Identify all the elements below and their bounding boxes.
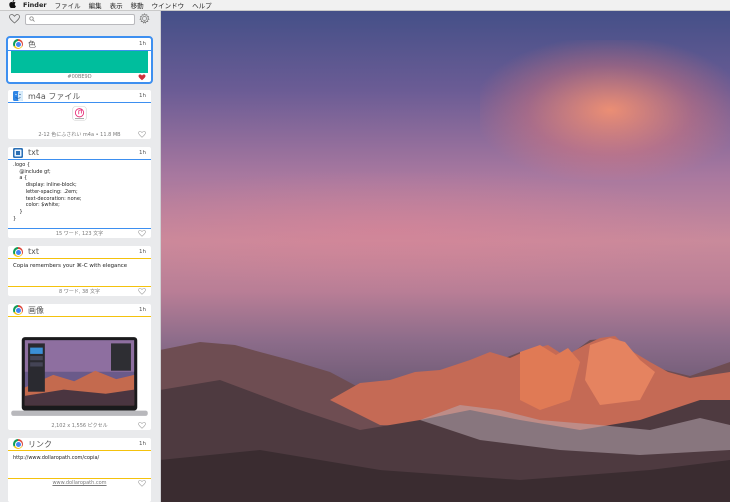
chrome-icon: [13, 305, 23, 315]
menu-edit[interactable]: 編集: [89, 0, 102, 10]
menu-bar: Finder ファイル 編集 表示 移動 ウインドウ ヘルプ: [0, 0, 730, 11]
card-footer: #00BE9D: [67, 74, 92, 80]
clip-text: Copia remembers your ⌘-C with elegance: [13, 263, 128, 269]
card-header: txt 1h: [8, 147, 151, 159]
code-line: display: inline-block;: [13, 182, 77, 189]
card-divider: [8, 258, 151, 259]
favorites-heart-icon[interactable]: [9, 14, 20, 24]
search-icon: [29, 16, 35, 22]
code-line: .logo {: [13, 162, 31, 168]
card-footer-link[interactable]: www.dollaropath.com: [8, 480, 151, 486]
card-title: 色: [28, 40, 36, 49]
card-divider: [8, 159, 151, 160]
code-line: }: [13, 215, 17, 222]
music-file-icon: [72, 106, 87, 121]
card-time: 1h: [139, 150, 146, 156]
chrome-icon: [13, 439, 23, 449]
apple-menu-icon[interactable]: [9, 0, 17, 10]
card-divider: [8, 450, 151, 451]
clip-card-m4a[interactable]: m4a ファイル 1h 2-12 色にふされい m4a • 11.8 MB: [8, 90, 151, 139]
card-footer: 2,102 x 1,556 ピクセル: [51, 423, 108, 429]
menu-file[interactable]: ファイル: [55, 0, 81, 10]
card-time: 1h: [139, 307, 146, 313]
heart-outline-icon[interactable]: [138, 230, 146, 237]
card-footer-divider: [8, 478, 151, 479]
code-line: }: [13, 208, 23, 215]
card-header: txt 1h: [8, 246, 151, 258]
code-line: text-decoration: none;: [13, 195, 82, 202]
code-line: color: $white;: [13, 202, 60, 209]
clip-card-color[interactable]: 色 1h #00BE9D: [6, 36, 153, 84]
clipboard-history-panel: 色 1h #00BE9D m4a ファイル 1h 2-12 色にふされい m4a…: [0, 10, 161, 502]
card-footer: 2-12 色にふされい m4a • 11.8 MB: [38, 132, 121, 138]
menu-window[interactable]: ウインドウ: [152, 0, 185, 10]
card-title: 画像: [28, 306, 44, 315]
menu-go[interactable]: 移動: [131, 0, 144, 10]
card-header: 画像 1h: [8, 304, 151, 316]
clip-card-text[interactable]: txt 1h Copia remembers your ⌘-C with ele…: [8, 246, 151, 296]
clip-card-link[interactable]: リンク 1h http://www.dollaropath.com/copia/…: [8, 438, 151, 502]
heart-outline-icon[interactable]: [138, 480, 146, 487]
color-swatch: [11, 51, 148, 73]
card-time: 1h: [139, 441, 146, 447]
card-title: txt: [28, 148, 40, 157]
card-divider: [8, 102, 151, 103]
card-header: 色 1h: [8, 38, 151, 50]
chrome-icon: [13, 39, 23, 49]
code-line: @include gf;: [13, 168, 51, 175]
card-time: 1h: [139, 249, 146, 255]
menu-app-finder[interactable]: Finder: [23, 1, 47, 9]
card-footer-divider: [8, 228, 151, 229]
image-thumbnail: [11, 337, 148, 416]
card-header: m4a ファイル 1h: [8, 90, 151, 102]
card-footer: 15 ワード, 123 文字: [55, 231, 104, 237]
card-divider: [8, 316, 151, 317]
heart-outline-icon[interactable]: [138, 288, 146, 295]
code-line: letter-spacing: .2em;: [13, 188, 78, 195]
heart-outline-icon[interactable]: [138, 422, 146, 429]
search-input[interactable]: [25, 14, 135, 25]
panel-toolbar: [0, 10, 160, 28]
clip-card-image[interactable]: 画像 1h 2,102 x 1,556 ピクセル: [8, 304, 151, 430]
menu-view[interactable]: 表示: [110, 0, 123, 10]
heart-outline-icon[interactable]: [138, 131, 146, 138]
card-title: txt: [28, 247, 40, 256]
code-editor-icon: [13, 148, 23, 158]
finder-icon: [13, 91, 23, 101]
chrome-icon: [13, 247, 23, 257]
heart-filled-icon[interactable]: [138, 74, 146, 81]
menu-help[interactable]: ヘルプ: [192, 0, 212, 10]
card-time: 1h: [139, 93, 146, 99]
card-title: リンク: [28, 440, 52, 449]
card-footer-divider: [8, 286, 151, 287]
clip-link-url: http://www.dollaropath.com/copia/: [13, 455, 100, 461]
code-line: a {: [13, 175, 28, 182]
card-header: リンク 1h: [8, 438, 151, 450]
clip-card-code-text[interactable]: txt 1h .logo { @include gf; a { display:…: [8, 147, 151, 238]
card-time: 1h: [139, 41, 146, 47]
card-title: m4a ファイル: [28, 92, 81, 101]
settings-gear-icon[interactable]: [139, 13, 150, 24]
card-footer: 8 ワード, 38 文字: [59, 289, 100, 295]
